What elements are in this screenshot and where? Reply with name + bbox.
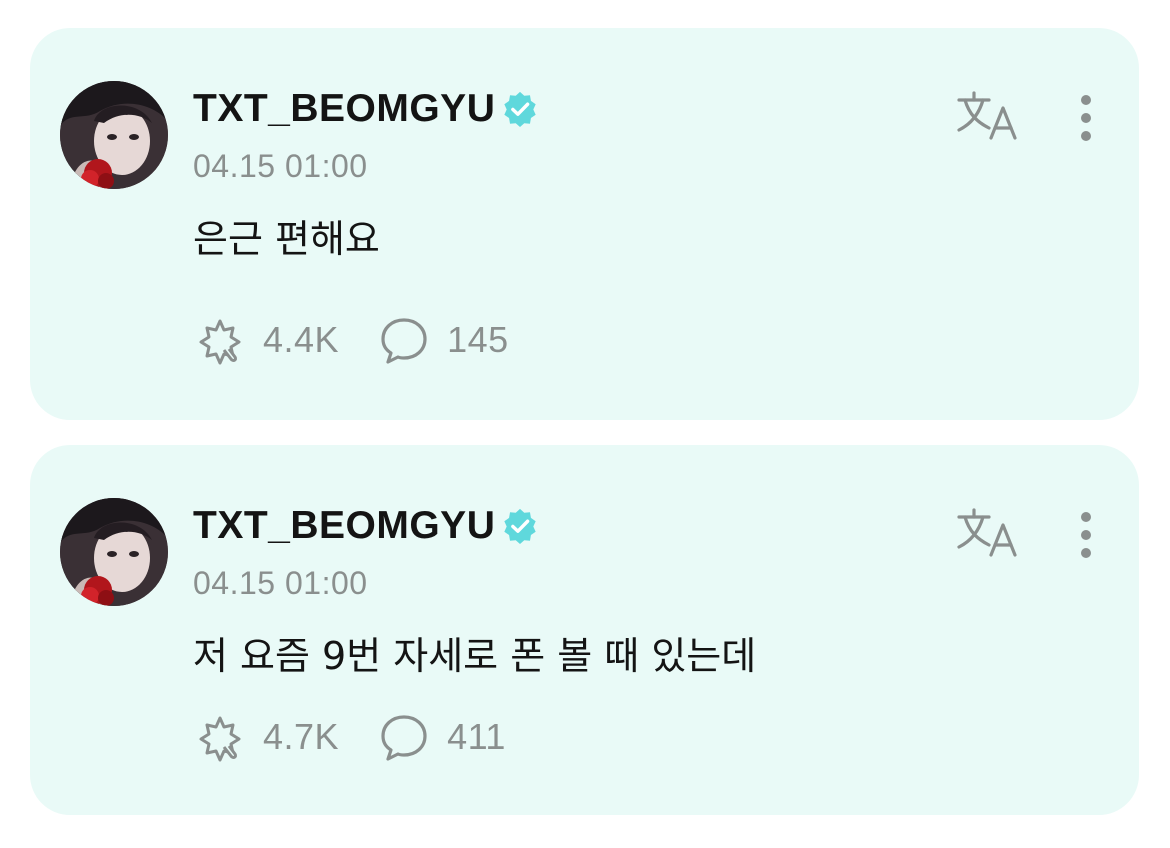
post-card[interactable]: TXT_BEOMGYU 04.15 01:00 저 요즘 9번 자세로 폰 볼 … xyxy=(30,445,1139,815)
post-stats: 4.7K 411 xyxy=(193,710,506,764)
comment-bubble-icon xyxy=(381,318,427,364)
like-icon xyxy=(199,716,241,762)
verified-badge-icon xyxy=(501,90,539,128)
avatar-image xyxy=(60,498,168,606)
post-feed: TXT_BEOMGYU 04.15 01:00 은근 편해요 4.4K 145 … xyxy=(0,0,1170,848)
post-timestamp: 04.15 01:00 xyxy=(193,565,368,601)
comment-count: 145 xyxy=(447,319,509,360)
comment-button[interactable]: 145 xyxy=(377,313,509,367)
like-button[interactable]: 4.7K xyxy=(193,710,339,764)
comment-bubble-icon xyxy=(381,715,427,761)
verified-badge-icon xyxy=(501,507,539,545)
translate-icon[interactable] xyxy=(955,88,1019,144)
author-row: TXT_BEOMGYU xyxy=(193,86,539,132)
post-card[interactable]: TXT_BEOMGYU 04.15 01:00 은근 편해요 4.4K 145 xyxy=(30,28,1139,420)
like-count: 4.7K xyxy=(263,716,340,757)
like-icon xyxy=(199,319,241,365)
author-row: TXT_BEOMGYU xyxy=(193,503,539,549)
avatar[interactable] xyxy=(60,498,168,606)
post-body: 저 요즘 9번 자세로 폰 볼 때 있는데 xyxy=(193,634,757,678)
post-body: 은근 편해요 xyxy=(193,217,380,261)
comment-count: 411 xyxy=(447,716,506,757)
more-options-icon[interactable] xyxy=(1070,90,1102,146)
post-timestamp: 04.15 01:00 xyxy=(193,148,368,184)
avatar-image xyxy=(60,81,168,189)
like-count: 4.4K xyxy=(263,319,340,360)
translate-icon[interactable] xyxy=(955,505,1019,561)
username[interactable]: TXT_BEOMGYU xyxy=(193,504,495,548)
more-options-icon[interactable] xyxy=(1070,507,1102,563)
comment-button[interactable]: 411 xyxy=(377,710,506,764)
avatar[interactable] xyxy=(60,81,168,189)
post-stats: 4.4K 145 xyxy=(193,313,509,367)
like-button[interactable]: 4.4K xyxy=(193,313,339,367)
username[interactable]: TXT_BEOMGYU xyxy=(193,87,495,131)
